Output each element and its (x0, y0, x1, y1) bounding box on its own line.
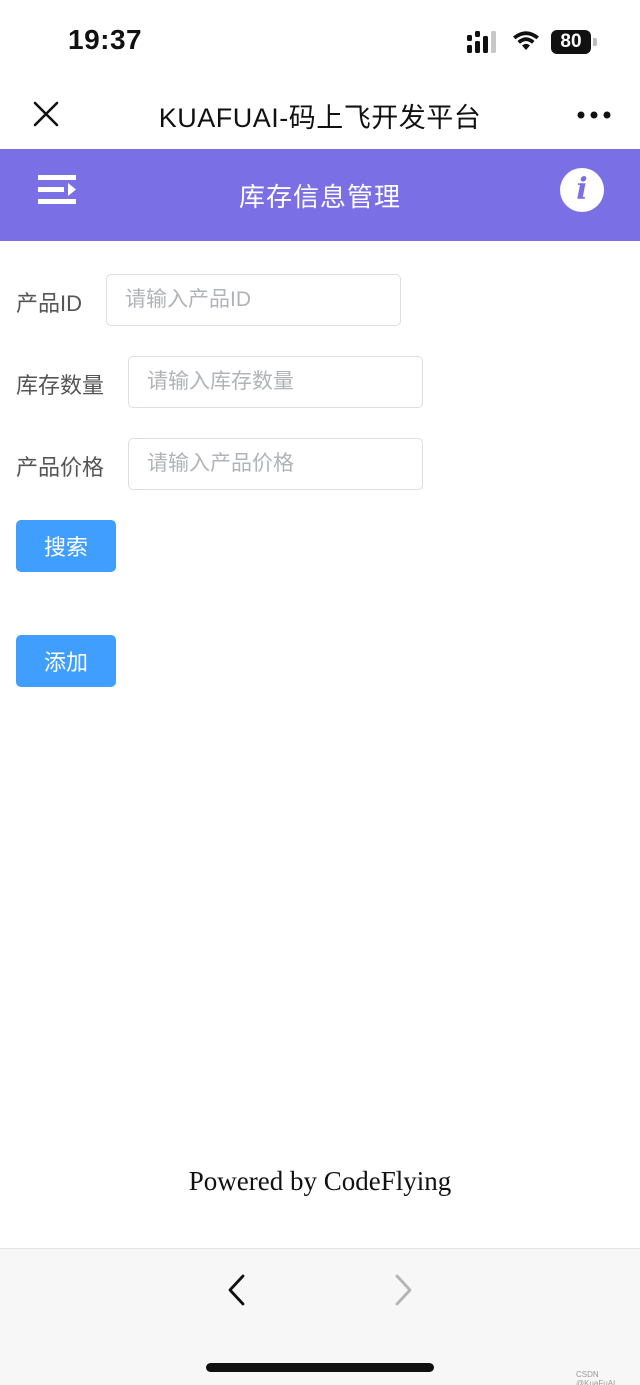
search-button[interactable]: 搜索 (16, 520, 116, 572)
browser-bottom-bar (0, 1248, 640, 1385)
home-indicator (206, 1363, 434, 1372)
info-icon: i (576, 172, 588, 207)
forward-arrow-icon[interactable] (388, 1273, 418, 1307)
wifi-icon (513, 31, 539, 50)
browser-title: KUAFUAI-码上飞开发平台 (158, 103, 482, 133)
price-input[interactable] (128, 438, 423, 490)
form-row-price: 产品价格 (0, 438, 640, 492)
form-row-stock-qty: 库存数量 (0, 356, 640, 410)
powered-by-text: Powered by CodeFlying (188, 1166, 452, 1196)
price-label: 产品价格 (16, 455, 105, 480)
add-button[interactable]: 添加 (16, 635, 116, 687)
info-button[interactable]: i (560, 168, 604, 212)
stock-qty-label: 库存数量 (16, 373, 105, 398)
page-title: 库存信息管理 (238, 182, 401, 212)
battery-icon: 80 (551, 30, 597, 54)
status-bar: 19:37 80 (0, 0, 640, 82)
watermark: CSDN @KuaFuAI (576, 1370, 616, 1385)
form-row-product-id: 产品ID (0, 274, 640, 328)
back-arrow-icon[interactable] (222, 1273, 252, 1307)
browser-title-bar: KUAFUAI-码上飞开发平台 (0, 82, 640, 149)
stock-qty-input[interactable] (128, 356, 423, 408)
status-time: 19:37 (68, 24, 143, 55)
battery-level: 80 (560, 31, 582, 52)
cellular-signal-icon (467, 31, 496, 53)
app-header: 库存信息管理 i (0, 149, 640, 241)
more-icon[interactable] (576, 110, 612, 120)
product-id-label: 产品ID (16, 291, 83, 316)
product-id-input[interactable] (106, 274, 401, 326)
